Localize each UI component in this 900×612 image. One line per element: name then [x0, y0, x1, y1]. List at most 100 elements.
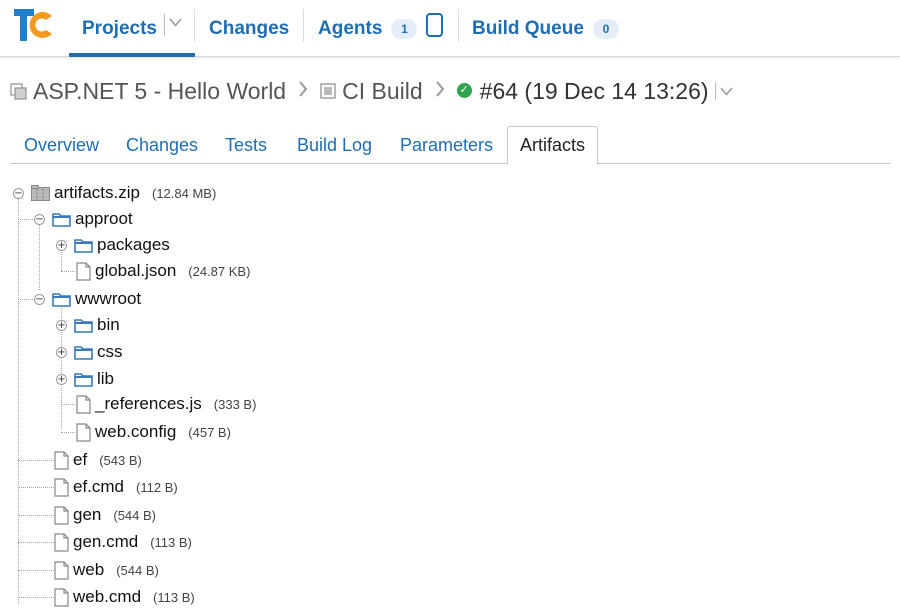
tree-item-name[interactable]: web.cmd: [73, 587, 141, 607]
tree-item-folder[interactable]: wwwroot: [52, 287, 141, 311]
collapse-toggle-icon[interactable]: −: [34, 294, 45, 305]
file-size: (113 B): [153, 589, 195, 605]
file-icon: [76, 394, 91, 414]
tree-item-file[interactable]: ef.cmd (112 B): [54, 475, 178, 499]
expand-toggle-icon[interactable]: +: [56, 374, 67, 385]
tree-item-name[interactable]: approot: [75, 209, 133, 229]
breadcrumb: ASP.NET 5 - Hello World CI Build ✓ #64 (…: [10, 76, 733, 106]
tab-overview[interactable]: Overview: [24, 126, 99, 164]
nav-projects[interactable]: Projects: [82, 0, 157, 57]
tab-changes[interactable]: Changes: [126, 126, 198, 164]
tree-connector: [61, 404, 75, 405]
expand-toggle-icon[interactable]: +: [56, 347, 67, 358]
nav-projects-label: Projects: [82, 17, 157, 39]
tree-item-file[interactable]: web.cmd (113 B): [54, 585, 195, 609]
file-icon: [54, 560, 69, 580]
nav-build-queue[interactable]: Build Queue 0: [472, 0, 619, 57]
file-icon: [54, 532, 69, 552]
tree-connector: [18, 570, 54, 571]
tree-item-file[interactable]: gen.cmd (113 B): [54, 530, 192, 554]
nav-agents[interactable]: Agents 1: [318, 0, 418, 57]
teamcity-logo-icon[interactable]: TC: [12, 6, 56, 44]
tree-item-folder[interactable]: bin: [74, 313, 120, 337]
tree-item-name[interactable]: gen: [73, 505, 101, 525]
file-icon: [54, 505, 69, 525]
tree-item-file[interactable]: gen (544 B): [54, 503, 156, 527]
tree-connector: [61, 249, 62, 271]
file-icon: [76, 261, 91, 281]
expand-toggle-icon[interactable]: +: [56, 320, 67, 331]
tree-item-name[interactable]: bin: [97, 315, 120, 335]
projects-dropdown-chevron-icon[interactable]: [169, 18, 182, 27]
tree-connector: [61, 432, 75, 433]
agents-count-badge: 1: [391, 18, 418, 39]
build-queue-count-badge: 0: [592, 18, 619, 39]
tree-item-name[interactable]: lib: [97, 369, 114, 389]
artifacts-tree: − − + − + + + artifacts.zip (12.84 MB) a…: [0, 177, 900, 612]
breadcrumb-project-link[interactable]: ASP.NET 5 - Hello World: [33, 78, 286, 105]
tree-item-file[interactable]: global.json (24.87 KB): [76, 259, 250, 283]
build-dropdown-chevron-icon[interactable]: [714, 82, 733, 100]
tree-item-file[interactable]: web (544 B): [54, 558, 159, 582]
teamcity-page: TC Projects Changes Agents 1 Build Queue…: [0, 0, 900, 612]
collapse-toggle-icon[interactable]: −: [13, 188, 24, 199]
file-size: (113 B): [150, 534, 192, 550]
file-size: (333 B): [213, 396, 257, 412]
file-size: (543 B): [99, 452, 142, 468]
folder-icon: [74, 345, 93, 360]
tree-item-name[interactable]: ef.cmd: [73, 477, 124, 497]
breadcrumb-build-number: #64 (19 Dec 14 13:26): [479, 77, 709, 104]
nav-projects-divider: [164, 14, 165, 36]
file-icon: [54, 587, 69, 607]
tree-item-name[interactable]: css: [97, 342, 123, 362]
tree-item-name[interactable]: gen.cmd: [73, 532, 138, 552]
file-size: (457 B): [188, 424, 231, 440]
tree-item-file[interactable]: ef (543 B): [54, 448, 142, 472]
tree-item-name[interactable]: wwwroot: [75, 289, 141, 309]
folder-icon: [74, 372, 93, 387]
file-size: (544 B): [116, 562, 159, 578]
top-navigation-bar: TC Projects Changes Agents 1 Build Queue…: [0, 0, 900, 57]
agent-device-icon[interactable]: [426, 13, 443, 37]
tree-item-name[interactable]: web.config: [95, 422, 176, 442]
nav-changes-label: Changes: [209, 17, 290, 39]
tree-connector: [39, 223, 40, 290]
tree-item-folder[interactable]: approot: [52, 207, 133, 231]
breadcrumb-build-config-link[interactable]: CI Build: [342, 78, 423, 105]
tab-tests[interactable]: Tests: [225, 126, 267, 164]
tree-item-name[interactable]: artifacts.zip: [54, 183, 140, 203]
tree-connector: [18, 597, 54, 598]
breadcrumb-chevron-right-icon: [435, 78, 445, 104]
file-icon: [54, 450, 69, 470]
tree-connector: [61, 271, 75, 272]
folder-icon: [74, 318, 93, 333]
tree-item-name[interactable]: web: [73, 560, 104, 580]
tree-item-artifacts-zip[interactable]: artifacts.zip (12.84 MB): [31, 181, 216, 205]
tab-parameters[interactable]: Parameters: [400, 126, 493, 164]
expand-toggle-icon[interactable]: +: [56, 240, 67, 251]
tab-build-log[interactable]: Build Log: [297, 126, 372, 164]
tree-item-file[interactable]: web.config (457 B): [76, 420, 231, 444]
nav-active-indicator: [69, 53, 195, 57]
collapse-toggle-icon[interactable]: −: [34, 214, 45, 225]
tree-item-folder[interactable]: lib: [74, 367, 114, 391]
folder-icon: [52, 292, 71, 307]
tree-item-name[interactable]: global.json: [95, 261, 176, 281]
nav-agents-label: Agents: [318, 17, 383, 39]
nav-changes[interactable]: Changes: [209, 0, 289, 57]
tab-artifacts[interactable]: Artifacts: [507, 126, 599, 165]
build-config-icon: [320, 83, 336, 99]
tree-item-folder[interactable]: css: [74, 340, 123, 364]
tree-item-name[interactable]: _references.js: [95, 394, 202, 414]
nav-divider: [194, 9, 195, 42]
tree-item-file[interactable]: _references.js (333 B): [76, 392, 256, 416]
tree-connector: [18, 487, 54, 488]
nav-divider: [458, 9, 459, 42]
nav-build-queue-label: Build Queue: [472, 17, 584, 39]
breadcrumb-chevron-right-icon: [298, 78, 308, 104]
folder-icon: [74, 238, 93, 253]
tree-item-name[interactable]: ef: [73, 450, 87, 470]
archive-icon: [31, 185, 50, 201]
tree-item-name[interactable]: packages: [97, 235, 170, 255]
tree-item-folder[interactable]: packages: [74, 233, 170, 257]
